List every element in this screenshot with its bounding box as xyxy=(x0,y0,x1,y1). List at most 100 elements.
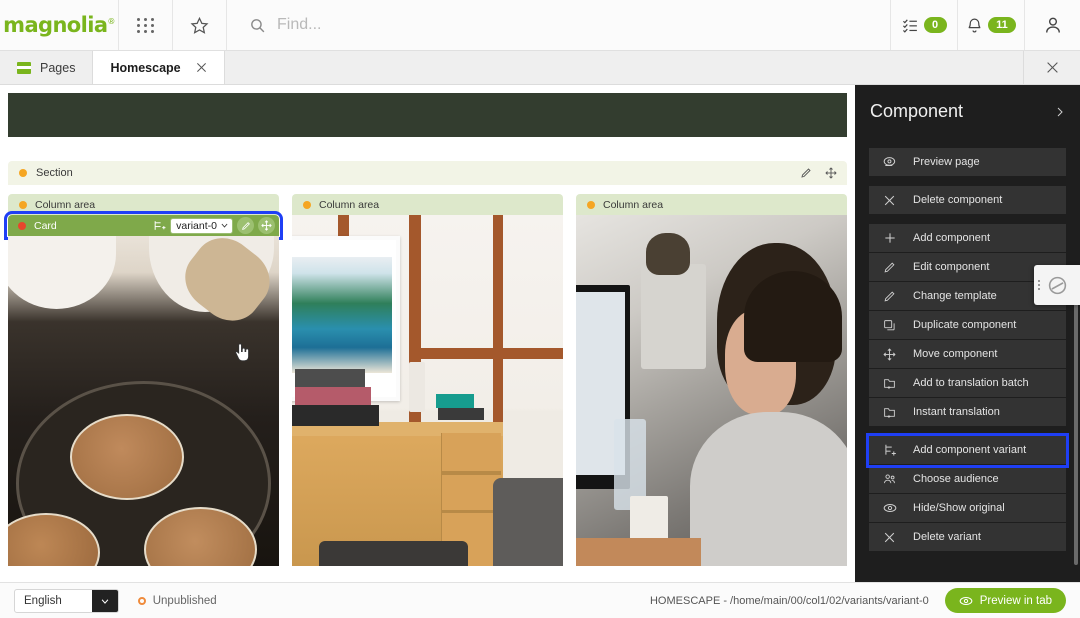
column-area-2-header[interactable]: Column area xyxy=(292,194,563,215)
menu-item-label: Edit component xyxy=(913,261,990,273)
card-image-2[interactable] xyxy=(292,215,563,566)
hero-banner[interactable] xyxy=(8,93,847,137)
language-select[interactable]: English xyxy=(14,588,119,613)
notifications-badge: 11 xyxy=(988,17,1016,33)
variant-icon xyxy=(153,219,166,232)
column-areas: Column area Card variant-0 Column area C… xyxy=(4,194,847,566)
menu-item-hide-show-original[interactable]: Hide/Show original xyxy=(869,494,1066,523)
column-status-dot xyxy=(19,200,27,209)
menu-item-add-to-translation-batch[interactable]: Add to translation batch xyxy=(869,369,1066,398)
card-edit-button[interactable] xyxy=(237,217,254,234)
status-badge-icon xyxy=(137,596,146,605)
eye-icon xyxy=(882,501,897,515)
column-area-2[interactable]: Column area xyxy=(292,194,563,566)
menu-group-preview: Preview page xyxy=(869,148,1066,177)
pancake-photo xyxy=(8,236,279,566)
audience-icon xyxy=(882,472,897,486)
top-toolbar: magnolia® Find... 0 11 xyxy=(0,0,1080,51)
tab-close-icon[interactable] xyxy=(196,62,207,73)
magnolia-logo[interactable]: magnolia® xyxy=(0,0,119,50)
preview-in-tab-button[interactable]: Preview in tab xyxy=(944,588,1066,613)
menu-item-label: Instant translation xyxy=(913,406,1000,418)
component-action-menu: Preview page Delete component Add compon… xyxy=(855,130,1080,552)
tasks-badge: 0 xyxy=(923,17,947,33)
user-avatar-icon xyxy=(1043,15,1063,35)
tab-bar: Pages Homescape xyxy=(0,51,1080,85)
logo-text: magnolia xyxy=(3,13,108,37)
logo-trademark: ® xyxy=(107,17,115,26)
column-area-1-label: Column area xyxy=(35,198,96,211)
status-bar: English Unpublished HOMESCAPE - /home/ma… xyxy=(0,582,1080,618)
column-status-dot xyxy=(587,200,595,209)
menu-item-instant-translation[interactable]: Instant translation xyxy=(869,398,1066,427)
card-status-dot xyxy=(18,221,26,230)
pencil-icon[interactable] xyxy=(800,167,812,179)
panel-scrollbar[interactable] xyxy=(1074,285,1078,565)
move-icon[interactable] xyxy=(825,167,837,179)
page-path: HOMESCAPE - /home/main/00/col1/02/varian… xyxy=(649,594,929,607)
column-area-3[interactable]: Column area xyxy=(576,194,847,566)
menu-item-label: Duplicate component xyxy=(913,319,1017,331)
menu-item-duplicate-component[interactable]: Duplicate component xyxy=(869,311,1066,340)
panel-flyout-tab[interactable] xyxy=(1034,265,1080,305)
menu-group-component-actions: Add component Edit component Change temp… xyxy=(869,224,1066,427)
user-menu-button[interactable] xyxy=(1025,0,1080,50)
card-image-3[interactable] xyxy=(576,215,847,566)
card-move-button[interactable] xyxy=(258,217,275,234)
tasks-button[interactable]: 0 xyxy=(891,0,958,50)
menu-group-variant-actions: Add component variant Choose audience Hi… xyxy=(866,433,1069,552)
eye-icon xyxy=(959,594,973,608)
section-bar[interactable]: Section xyxy=(8,161,847,185)
tab-homescape[interactable]: Homescape xyxy=(93,51,225,84)
column-area-3-header[interactable]: Column area xyxy=(576,194,847,215)
bell-icon xyxy=(966,17,983,34)
variant-select[interactable]: variant-0 xyxy=(170,217,233,234)
menu-item-label: Change template xyxy=(913,290,997,302)
chevron-down-icon[interactable] xyxy=(91,589,118,612)
menu-item-preview-page[interactable]: Preview page xyxy=(869,148,1066,177)
menu-item-label: Add component variant xyxy=(913,444,1027,456)
card-toolbar[interactable]: Card variant-0 xyxy=(4,211,283,240)
apps-launcher-button[interactable] xyxy=(119,0,173,50)
menu-item-add-component[interactable]: Add component xyxy=(869,224,1066,253)
panel-title: Component xyxy=(870,101,964,121)
card-image-1[interactable] xyxy=(8,236,279,566)
search-icon xyxy=(249,17,266,34)
magnolia-page-editor: magnolia® Find... 0 11 Pages Homescape S… xyxy=(0,0,1080,618)
pages-icon xyxy=(17,61,31,74)
column-area-1[interactable]: Column area Card variant-0 xyxy=(4,194,283,566)
menu-item-label: Choose audience xyxy=(913,473,999,485)
chevron-right-icon[interactable] xyxy=(1054,106,1066,118)
variant-add-icon xyxy=(882,443,897,457)
duplicate-icon xyxy=(882,319,897,332)
menu-item-label: Move component xyxy=(913,348,998,360)
menu-item-move-component[interactable]: Move component xyxy=(869,340,1066,369)
publication-status: Unpublished xyxy=(137,595,217,607)
notifications-button[interactable]: 11 xyxy=(958,0,1025,50)
menu-item-label: Delete variant xyxy=(913,531,981,543)
close-editor-button[interactable] xyxy=(1024,51,1080,84)
preview-in-tab-label: Preview in tab xyxy=(979,594,1052,607)
star-icon xyxy=(190,16,209,35)
column-area-1-header[interactable]: Column area xyxy=(8,194,279,215)
column-status-dot xyxy=(303,200,311,209)
menu-item-delete-variant[interactable]: Delete variant xyxy=(869,523,1066,552)
move-icon xyxy=(882,347,897,361)
menu-item-label: Preview page xyxy=(913,156,980,168)
pencil-icon xyxy=(882,261,897,274)
preview-icon xyxy=(882,155,897,169)
grid-apps-icon xyxy=(136,17,155,33)
menu-item-choose-audience[interactable]: Choose audience xyxy=(869,465,1066,494)
pencil-icon xyxy=(882,290,897,303)
tasks-icon xyxy=(902,17,919,34)
search-input[interactable]: Find... xyxy=(277,16,321,34)
folder-plus-icon xyxy=(882,406,897,419)
search-bar[interactable]: Find... xyxy=(227,0,891,50)
favorites-button[interactable] xyxy=(173,0,227,50)
menu-item-add-component-variant[interactable]: Add component variant xyxy=(866,433,1069,468)
column-area-3-label: Column area xyxy=(603,198,664,211)
menu-item-label: Hide/Show original xyxy=(913,502,1005,514)
tab-pages[interactable]: Pages xyxy=(0,51,94,84)
menu-item-delete-component[interactable]: Delete component xyxy=(869,186,1066,215)
variant-select-value: variant-0 xyxy=(176,219,217,232)
